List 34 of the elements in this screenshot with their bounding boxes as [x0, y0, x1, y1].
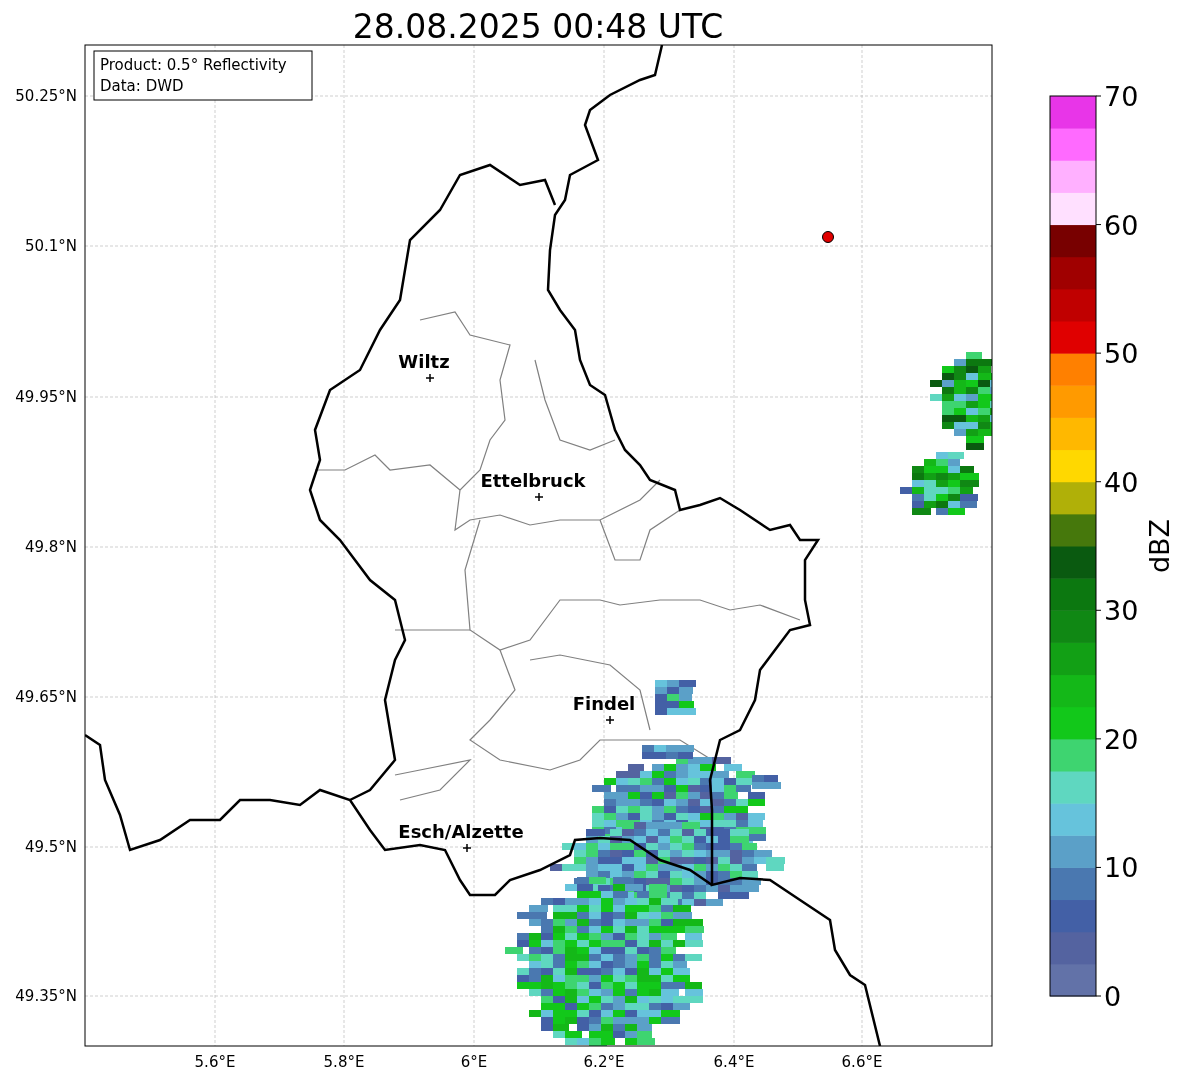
location-dot-icon [822, 231, 834, 243]
colorbar-tick-label: 40 [1104, 466, 1139, 498]
longitude-label: 6°E [460, 1053, 488, 1071]
latitude-label: 50.25°N [15, 87, 77, 105]
city-marker-icon [425, 373, 435, 383]
chart-title: 28.08.2025 00:48 UTC [352, 7, 724, 46]
colorbar-tick-label: 30 [1104, 595, 1139, 627]
latitude-label: 49.8°N [24, 538, 77, 556]
city-marker-icon [462, 843, 472, 853]
city-marker-icon [605, 715, 615, 725]
city-label: Esch/Alzette [398, 821, 524, 842]
info-text: Product: 0.5° Reflectivity [100, 56, 287, 74]
colorbar-label: dBZ [1144, 518, 1175, 574]
city-label: Findel [572, 693, 636, 714]
colorbar-tick-label: 20 [1104, 723, 1139, 755]
longitude-label: 6.4°E [713, 1053, 755, 1071]
latitude-label: 49.35°N [15, 987, 77, 1005]
longitude-label: 6.2°E [583, 1053, 625, 1071]
latitude-label: 50.1°N [24, 237, 77, 255]
city-marker-icon [534, 492, 544, 502]
colorbar-tick-label: 50 [1104, 338, 1139, 370]
latitude-label: 49.95°N [15, 388, 77, 406]
latitude-label: 49.5°N [24, 838, 77, 856]
colorbar-tick-label: 70 [1104, 81, 1139, 112]
city-label: Wiltz [398, 351, 450, 372]
colorbar-tick-label: 10 [1104, 852, 1139, 884]
longitude-label: 5.8°E [323, 1053, 365, 1071]
latitude-label: 49.65°N [15, 688, 77, 706]
info-text: Data: DWD [100, 77, 184, 95]
longitude-label: 5.6°E [194, 1053, 236, 1071]
colorbar-tick-label: 60 [1104, 209, 1139, 241]
longitude-label: 6.6°E [841, 1053, 883, 1071]
colorbar-tick-label: 0 [1104, 981, 1122, 1012]
city-label: Ettelbruck [480, 470, 586, 491]
